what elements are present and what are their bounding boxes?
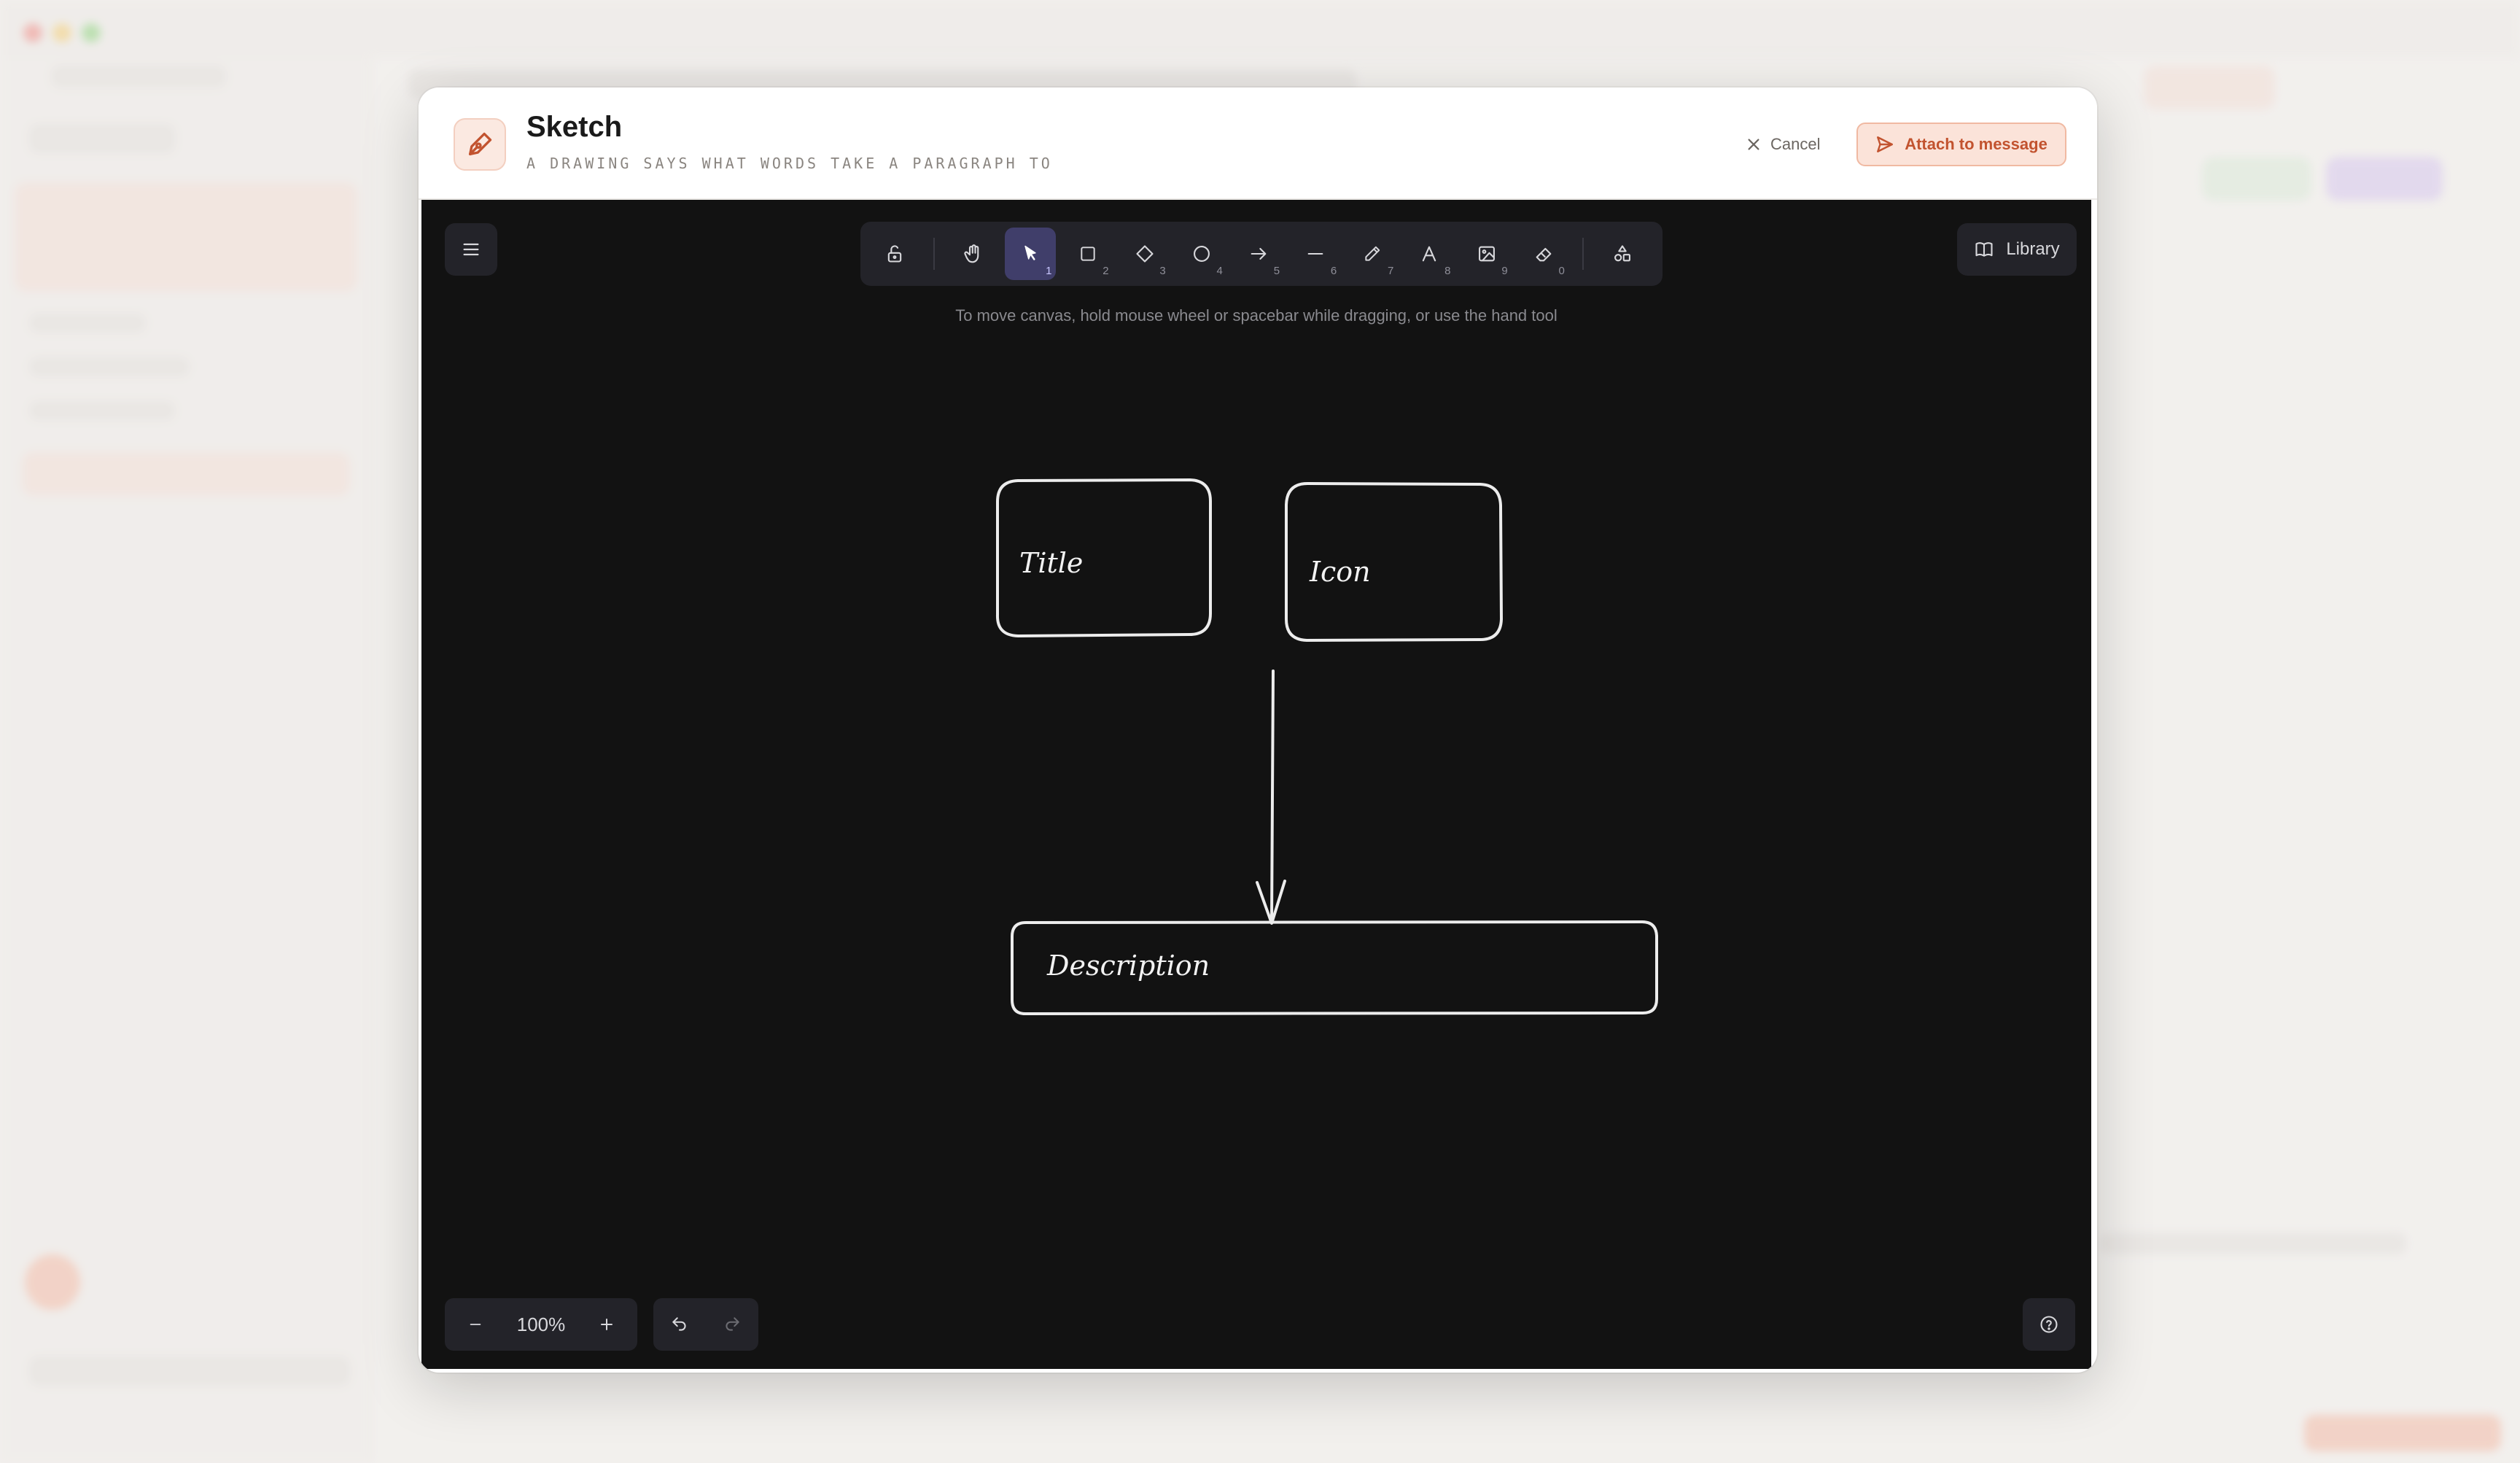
close-icon <box>1748 139 1759 150</box>
send-icon <box>1877 136 1894 152</box>
sketch-modal: Sketch A DRAWING SAYS WHAT WORDS TAKE A … <box>419 88 2097 1373</box>
connector-arrow <box>1270 670 1275 923</box>
redo-icon <box>726 1317 739 1331</box>
modal-header: Sketch A DRAWING SAYS WHAT WORDS TAKE A … <box>419 88 2097 200</box>
modal-title: Sketch <box>526 111 623 143</box>
zoom-in-button[interactable] <box>586 1304 627 1345</box>
pen-tool-icon <box>454 118 506 171</box>
attach-to-message-button[interactable]: Attach to message <box>1856 123 2066 166</box>
title-shape-label[interactable]: Title <box>1019 547 1083 579</box>
help-button[interactable] <box>2023 1298 2075 1351</box>
undo-button[interactable] <box>659 1304 700 1345</box>
zoom-controls: 100% <box>445 1298 637 1351</box>
modal-subtitle: A DRAWING SAYS WHAT WORDS TAKE A PARAGRA… <box>526 155 1053 172</box>
question-icon <box>2040 1316 2058 1333</box>
history-controls <box>653 1298 758 1351</box>
cancel-label: Cancel <box>1770 135 1821 153</box>
sketch-drawing <box>995 478 1658 1015</box>
zoom-level[interactable]: 100% <box>517 1313 566 1336</box>
redo-button[interactable] <box>712 1304 752 1345</box>
cancel-button[interactable]: Cancel <box>1738 128 1827 160</box>
undo-icon <box>672 1317 686 1331</box>
description-shape-label[interactable]: Description <box>1047 950 1210 982</box>
icon-shape-label[interactable]: Icon <box>1310 556 1371 588</box>
drawing-canvas[interactable]: 1 2 3 4 5 6 7 8 9 0 Library To move canv… <box>421 200 2091 1369</box>
plus-icon <box>601 1319 612 1330</box>
attach-label: Attach to message <box>1905 135 2048 153</box>
minus-icon <box>470 1324 481 1325</box>
zoom-out-button[interactable] <box>455 1304 496 1345</box>
